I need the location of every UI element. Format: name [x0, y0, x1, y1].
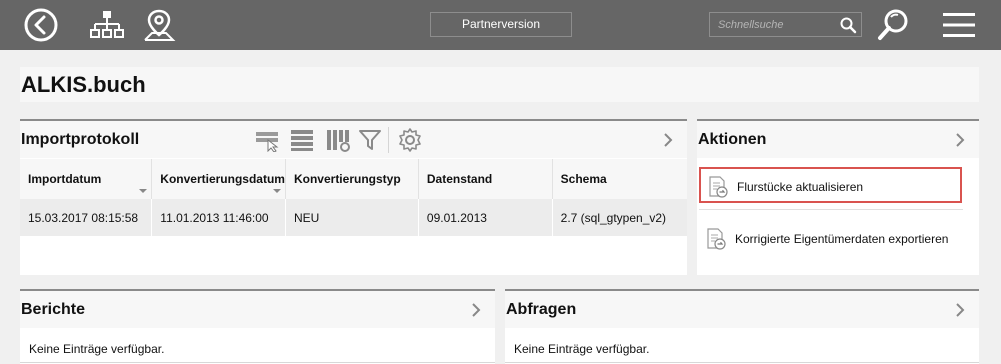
berichte-title: Berichte: [21, 301, 86, 318]
document-arrow-icon: [709, 176, 728, 198]
chevron-right-icon[interactable]: [471, 303, 481, 317]
aktionen-panel: Aktionen Flurstücke aktualisieren Korrig…: [697, 119, 979, 275]
cell-konvertierungstyp: NEU: [285, 199, 419, 236]
importprotokoll-panel: Importprotokoll Importdatum Konvertierun…: [20, 119, 687, 275]
importprotokoll-title: Importprotokoll: [21, 131, 140, 148]
abfragen-panel: Abfragen Keine Einträge verfügbar.: [505, 289, 979, 364]
back-circle-icon[interactable]: [23, 7, 59, 43]
action-flurstuecke-aktualisieren[interactable]: Flurstücke aktualisieren: [699, 167, 962, 203]
funnel-icon[interactable]: [358, 128, 382, 152]
empty-state-text: Keine Einträge verfügbar.: [514, 342, 650, 356]
cell-konvertierungsdatum: 11.01.2013 11:46:00: [151, 199, 286, 236]
cell-importdatum: 15.03.2017 08:15:58: [20, 199, 153, 236]
column-header-konvertierungsdatum[interactable]: Konvertierungsdatum: [151, 159, 286, 199]
sort-indicator-icon: [139, 189, 148, 193]
magnifier-icon[interactable]: [876, 7, 912, 43]
top-bar: Partnerversion: [0, 0, 1001, 50]
abfragen-header: Abfragen: [505, 291, 979, 328]
cell-datenstand: 09.01.2013: [418, 199, 553, 236]
table-header-row: Importdatum Konvertierungsdatum Konverti…: [20, 159, 687, 199]
page-title-panel: ALKIS.buch: [20, 67, 979, 102]
list-rows-icon[interactable]: [290, 128, 314, 152]
action-divider: [699, 209, 963, 210]
search-icon[interactable]: [839, 16, 857, 34]
action-label: Korrigierte Eigentümerdaten exportieren: [735, 232, 949, 246]
quick-search-box: [709, 12, 862, 37]
column-header-datenstand[interactable]: Datenstand: [418, 159, 553, 199]
row-divider: [505, 362, 979, 363]
aktionen-header: Aktionen: [697, 121, 979, 158]
map-pin-icon[interactable]: [141, 7, 177, 43]
column-header-schema[interactable]: Schema: [552, 159, 687, 199]
column-header-importdatum[interactable]: Importdatum: [20, 159, 153, 199]
column-settings-icon[interactable]: [326, 128, 352, 152]
empty-state-text: Keine Einträge verfügbar.: [29, 342, 165, 356]
berichte-panel: Berichte Keine Einträge verfügbar.: [20, 289, 495, 364]
row-divider: [20, 362, 495, 363]
aktionen-title: Aktionen: [698, 131, 767, 148]
quick-search-input[interactable]: [710, 13, 842, 36]
sort-indicator-icon: [272, 189, 281, 193]
toolbar-divider: [388, 127, 389, 153]
abfragen-title: Abfragen: [506, 301, 577, 318]
chevron-right-icon[interactable]: [955, 133, 965, 147]
document-arrow-icon: [707, 228, 726, 250]
chevron-right-icon[interactable]: [663, 133, 673, 147]
hamburger-menu-icon[interactable]: [941, 7, 977, 43]
gear-icon[interactable]: [398, 128, 422, 152]
action-label: Flurstücke aktualisieren: [737, 180, 864, 194]
table-row[interactable]: 15.03.2017 08:15:58 11.01.2013 11:46:00 …: [20, 199, 687, 236]
importprotokoll-header: Importprotokoll: [20, 121, 687, 158]
action-eigentuemerdaten-exportieren[interactable]: Korrigierte Eigentümerdaten exportieren: [699, 221, 962, 257]
column-header-konvertierungstyp[interactable]: Konvertierungstyp: [285, 159, 419, 199]
importprotokoll-table: Importdatum Konvertierungsdatum Konverti…: [20, 159, 687, 236]
cell-schema: 2.7 (sql_gtypen_v2): [552, 199, 687, 236]
page-title: ALKIS.buch: [21, 72, 146, 97]
chevron-right-icon[interactable]: [955, 303, 965, 317]
berichte-header: Berichte: [20, 291, 495, 328]
filter-select-icon[interactable]: [254, 128, 280, 152]
sitemap-icon[interactable]: [89, 7, 125, 43]
partnerversion-button[interactable]: Partnerversion: [430, 12, 572, 37]
